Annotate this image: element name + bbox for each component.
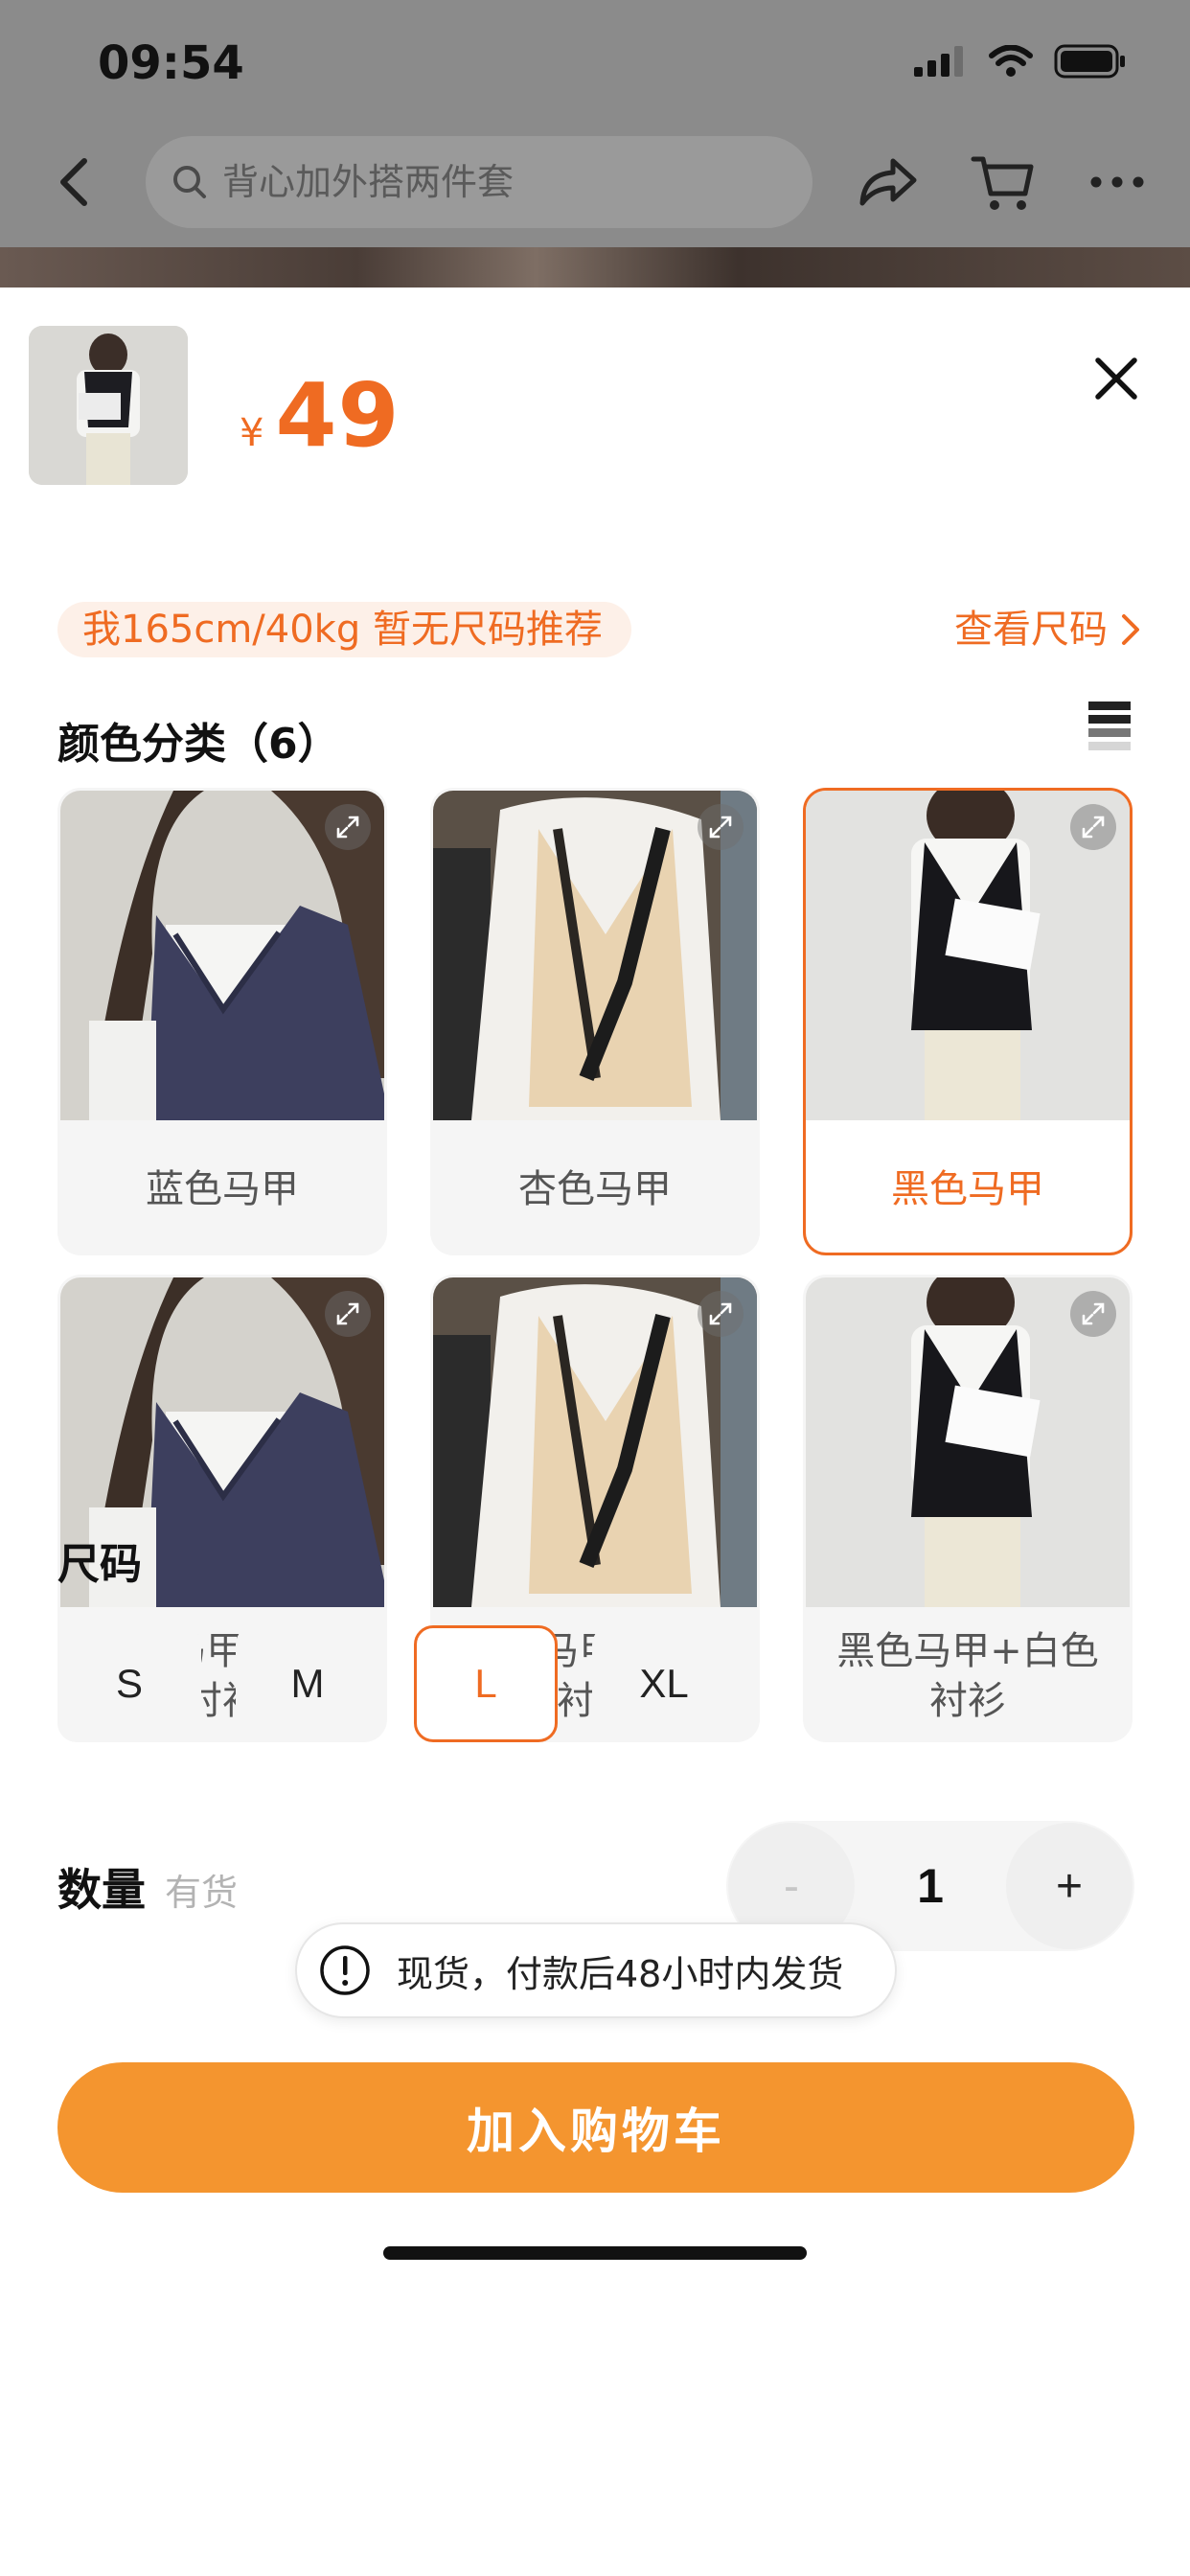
size-option-m[interactable]: M xyxy=(236,1625,379,1742)
close-icon[interactable] xyxy=(1092,355,1140,402)
more-icon[interactable] xyxy=(1085,150,1150,215)
search-input[interactable] xyxy=(222,161,759,203)
back-icon[interactable] xyxy=(46,153,103,211)
home-indicator xyxy=(383,2246,807,2260)
size-chart-link-label: 查看尺码 xyxy=(954,608,1108,652)
color-option-label: 黑色马甲+白色衬衫 xyxy=(836,1629,1099,1723)
nav-bar xyxy=(0,134,1190,240)
size-section-title: 尺码 xyxy=(57,1540,142,1589)
expand-icon[interactable] xyxy=(698,1291,744,1337)
color-section-title: 颜色分类（6） xyxy=(57,720,340,769)
color-option-label: 蓝色马甲 xyxy=(146,1167,299,1211)
sku-sheet: ¥ 49 我165cm/40kg 暂无尺码推荐 查看尺码 颜色分类（6） 蓝色马… xyxy=(0,288,1190,2576)
color-option-label: 杏色马甲 xyxy=(518,1167,672,1211)
size-chart-link[interactable]: 查看尺码 xyxy=(954,602,1140,657)
color-option-card[interactable]: 黑色马甲+白色衬衫 xyxy=(803,1275,1133,1742)
expand-icon[interactable] xyxy=(325,1291,371,1337)
shipping-toast: 现货，付款后48小时内发货 xyxy=(295,1922,897,2018)
size-option-l-selected[interactable]: L xyxy=(414,1625,558,1742)
battery-icon xyxy=(1054,44,1125,79)
cellular-signal-icon xyxy=(914,46,963,77)
currency-symbol: ¥ xyxy=(240,411,264,455)
search-bar[interactable] xyxy=(146,136,812,228)
size-option-s[interactable]: S xyxy=(57,1625,201,1742)
size-recommendation-row: 我165cm/40kg 暂无尺码推荐 查看尺码 xyxy=(57,602,1140,659)
expand-icon[interactable] xyxy=(325,804,371,850)
background-page: 09:54 xyxy=(0,0,1190,288)
search-icon xyxy=(173,166,206,198)
color-option-label: 黑色马甲 xyxy=(891,1167,1044,1211)
quantity-value: 1 xyxy=(917,1859,944,1913)
size-recommendation-pill[interactable]: 我165cm/40kg 暂无尺码推荐 xyxy=(57,602,631,657)
product-thumbnail-image xyxy=(29,326,188,485)
add-to-cart-button[interactable]: 加入购物车 xyxy=(57,2062,1134,2193)
chevron-right-icon xyxy=(1122,614,1139,645)
status-time: 09:54 xyxy=(98,36,244,90)
product-thumbnail[interactable] xyxy=(29,326,188,485)
wifi-icon xyxy=(989,45,1033,77)
expand-icon[interactable] xyxy=(1070,804,1116,850)
share-icon[interactable] xyxy=(855,150,920,215)
list-view-icon[interactable] xyxy=(1087,702,1133,751)
color-option-card[interactable]: 蓝色马甲 xyxy=(57,788,387,1255)
quantity-label-group: 数量 有货 xyxy=(57,1855,238,1919)
exclamation-icon xyxy=(320,1945,370,1995)
stock-status: 有货 xyxy=(165,1872,239,1914)
size-options: S M L XL xyxy=(57,1625,736,1742)
status-icons xyxy=(914,44,1127,79)
toast-text: 现货，付款后48小时内发货 xyxy=(397,1952,844,1995)
product-photo-peek xyxy=(0,247,1190,288)
expand-icon[interactable] xyxy=(698,804,744,850)
color-options-grid: 蓝色马甲 杏色马甲 黑色马甲 蓝色马甲+白色衬衫 黑色马甲+白色衬衫 xyxy=(57,788,1133,1742)
size-option-xl[interactable]: XL xyxy=(592,1625,736,1742)
status-bar: 09:54 xyxy=(0,0,1190,134)
quantity-label: 数量 xyxy=(57,1864,146,1916)
increase-button[interactable]: + xyxy=(1006,1823,1133,1949)
price: ¥ 49 xyxy=(240,364,400,467)
color-option-card-selected[interactable]: 黑色马甲 xyxy=(803,788,1133,1255)
expand-icon[interactable] xyxy=(1070,1291,1116,1337)
color-option-card[interactable]: 杏色马甲 xyxy=(430,788,760,1255)
cart-icon[interactable] xyxy=(970,150,1035,215)
price-value: 49 xyxy=(275,364,400,467)
